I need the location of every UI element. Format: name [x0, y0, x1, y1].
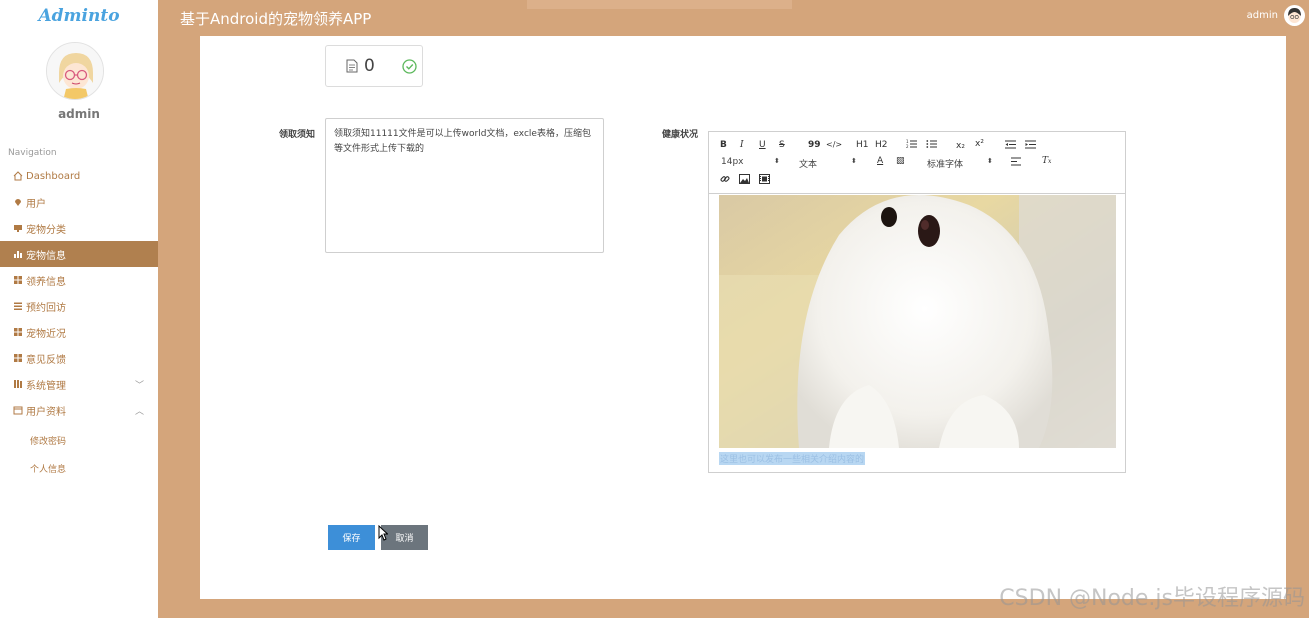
avatar-illustration	[1288, 8, 1301, 23]
font-family-value: 标准字体	[927, 160, 964, 170]
file-upload-box[interactable]: 0	[325, 45, 423, 87]
sidebar-item-feedback[interactable]: 意见反馈	[0, 345, 158, 371]
header-ghost-bar	[527, 0, 792, 9]
svg-text:2: 2	[906, 144, 909, 149]
ordered-list-icon[interactable]: 12	[906, 139, 917, 152]
sidebar-username: admin	[58, 107, 100, 121]
sidebar-item-label: 意见反馈	[26, 354, 66, 366]
sidebar-item-label: 用户资料	[26, 406, 66, 418]
code-button[interactable]: </>	[826, 140, 842, 149]
sidebar-subitem-change-password[interactable]: 修改密码	[30, 434, 66, 447]
font-family-select[interactable]: 标准字体 ⬍	[927, 157, 997, 170]
grid-icon	[13, 353, 23, 363]
background-color-icon[interactable]: ▧	[896, 156, 905, 166]
sidebar-item-pet-status[interactable]: 宠物近况	[0, 319, 158, 345]
sidebar-item-adoption-info[interactable]: 领养信息	[0, 267, 158, 293]
brand-logo[interactable]: Adminto	[0, 6, 158, 26]
h2-button[interactable]: H2	[875, 140, 888, 150]
sidebar-item-label: 系统管理	[26, 380, 66, 392]
blockquote-button[interactable]: 99	[808, 140, 821, 150]
avatar-illustration	[47, 43, 103, 99]
health-status-label: 健康状况	[662, 130, 699, 140]
header-username[interactable]: admin	[1247, 10, 1278, 21]
calendar-icon	[13, 405, 23, 415]
adoption-notice-textarea[interactable]: 领取须知11111文件是可以上传world文档，excle表格，压缩包等文件形式…	[325, 118, 604, 253]
superscript-icon[interactable]: x²	[975, 139, 984, 149]
home-icon	[13, 171, 23, 181]
sidebar-item-label: 领养信息	[26, 276, 66, 288]
save-button[interactable]: 保存	[328, 525, 375, 550]
check-circle-icon	[402, 59, 417, 74]
editor-caption: 这里也可以发布一些相关介绍内容的	[719, 452, 866, 465]
monitor-icon	[13, 223, 23, 233]
header-avatar[interactable]	[1284, 5, 1305, 26]
avatar[interactable]	[46, 42, 104, 100]
block-type-select[interactable]: 文本 ⬍	[799, 157, 859, 170]
rich-text-editor[interactable]: B I U S 99 </> H1 H2 12 x₂ x² 14px ⬍ 文本 …	[708, 131, 1126, 473]
sidebar-subitem-personal-info[interactable]: 个人信息	[30, 462, 66, 475]
clear-format-icon[interactable]: Tx	[1042, 156, 1051, 166]
sidebar-item-label: 宠物近况	[26, 328, 66, 340]
bar-chart-icon	[13, 249, 23, 259]
sidebar-item-pet-info[interactable]: 宠物信息	[0, 241, 158, 267]
indent-icon[interactable]	[1025, 140, 1036, 152]
sidebar-item-system[interactable]: 系统管理 ﹀	[0, 371, 158, 397]
select-arrows-icon: ⬍	[851, 157, 857, 165]
font-color-icon[interactable]: A	[877, 156, 883, 166]
link-icon[interactable]	[720, 174, 730, 187]
image-icon[interactable]	[739, 174, 750, 187]
page-title: 基于Android的宠物领养APP	[180, 10, 372, 28]
bullet-list-icon[interactable]	[926, 139, 937, 152]
subscript-icon[interactable]: x₂	[956, 141, 965, 151]
sidebar-item-users[interactable]: 用户	[0, 189, 158, 215]
select-arrows-icon: ⬍	[774, 157, 780, 165]
editor-toolbar: B I U S 99 </> H1 H2 12 x₂ x² 14px ⬍ 文本 …	[709, 132, 1125, 194]
sidebar-item-profile[interactable]: 用户资料 ︿	[0, 397, 158, 423]
document-icon	[346, 59, 358, 73]
sidebar-item-label: 宠物信息	[26, 250, 66, 262]
list-icon	[13, 301, 23, 311]
mouse-cursor-icon	[378, 525, 388, 541]
sidebar-item-label: 用户	[26, 198, 46, 210]
font-size-select[interactable]: 14px ⬍	[721, 157, 781, 167]
adoption-notice-label: 领取须知	[279, 130, 316, 140]
outdent-icon[interactable]	[1005, 140, 1016, 152]
underline-button[interactable]: U	[759, 140, 766, 150]
block-type-value: 文本	[799, 160, 818, 170]
select-arrows-icon: ⬍	[987, 157, 993, 165]
watermark: CSDN @Node.js毕设程序源码	[999, 586, 1305, 611]
sidebar-item-label: Dashboard	[26, 170, 81, 182]
chevron-up-icon: ︿	[134, 407, 144, 417]
file-count: 0	[364, 56, 375, 76]
sidebar-item-dashboard[interactable]: Dashboard	[0, 163, 158, 189]
sidebar: Adminto admin Navigation Dashboard 用户 宠物…	[0, 0, 158, 618]
grid-icon	[13, 275, 23, 285]
sidebar-item-appointment[interactable]: 预约回访	[0, 293, 158, 319]
library-icon	[13, 379, 23, 389]
cancel-button[interactable]: 取消	[381, 525, 428, 550]
sidebar-item-label: 预约回访	[26, 302, 66, 314]
chevron-down-icon: ﹀	[134, 381, 144, 391]
nav-title: Navigation	[8, 148, 57, 158]
sidebar-item-pet-category[interactable]: 宠物分类	[0, 215, 158, 241]
bold-button[interactable]: B	[720, 140, 727, 150]
grid-icon	[13, 327, 23, 337]
align-icon[interactable]	[1011, 157, 1021, 169]
pin-icon	[13, 197, 23, 207]
puppy-image	[719, 195, 1116, 448]
italic-button[interactable]: I	[740, 140, 744, 150]
font-size-value: 14px	[721, 157, 744, 167]
video-icon[interactable]	[759, 174, 770, 187]
sidebar-item-label: 宠物分类	[26, 224, 66, 236]
h1-button[interactable]: H1	[856, 140, 869, 150]
strike-button[interactable]: S	[779, 140, 785, 150]
